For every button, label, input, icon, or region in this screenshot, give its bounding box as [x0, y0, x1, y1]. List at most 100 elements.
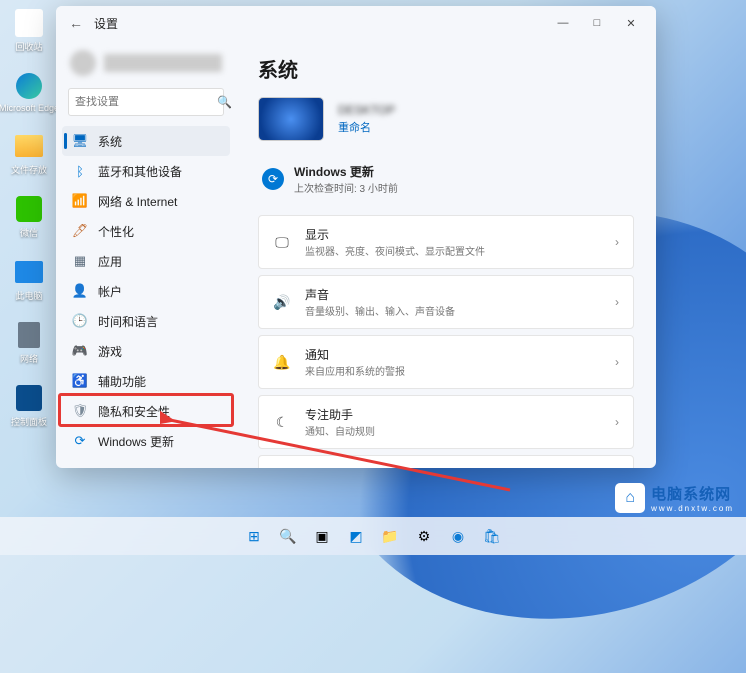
nav-icon: ▦ — [72, 253, 88, 269]
nav-label: 系统 — [98, 133, 122, 150]
nav-label: 辅助功能 — [98, 373, 146, 390]
search-box[interactable]: 🔍 — [68, 88, 224, 116]
main-panel: 系统 DESKTOP 重命名 ⟳ Windows 更新 上次检查时间: 3 小时… — [236, 40, 656, 468]
device-name: DESKTOP — [338, 103, 395, 117]
settings-window: ← 设置 — □ ✕ 🔍 🖥 系统 ᛒ 蓝牙和其他设备 📶 网络 & Internet 🖊 个… — [56, 6, 656, 468]
nav-label: 蓝牙和其他设备 — [98, 163, 182, 180]
window-title: 设置 — [94, 15, 118, 32]
sidebar-item-0[interactable]: 🖥 系统 — [62, 126, 230, 156]
watermark-logo-icon: ⌂ — [615, 483, 645, 513]
nav-icon: ♿ — [72, 373, 88, 389]
sidebar-item-1[interactable]: ᛒ 蓝牙和其他设备 — [62, 156, 230, 186]
nav-label: 时间和语言 — [98, 313, 158, 330]
nav-icon: 🖊 — [72, 223, 88, 239]
back-button[interactable]: ← — [64, 15, 88, 31]
card-title: 专注助手 — [305, 406, 601, 423]
rename-link[interactable]: 重命名 — [338, 119, 395, 135]
settings-card-2[interactable]: 🔔 通知来自应用和系统的警报 › — [258, 335, 634, 389]
nav-label: 游戏 — [98, 343, 122, 360]
explorer-icon[interactable]: 📁 — [376, 522, 404, 550]
card-title: 通知 — [305, 346, 601, 363]
desktop-icon-edge[interactable]: Microsoft Edge — [8, 71, 50, 113]
card-title: 电源 — [305, 466, 601, 468]
desktop-icon-label: 网络 — [20, 352, 38, 365]
nav-icon: ᛒ — [72, 163, 88, 179]
update-subtitle: 上次检查时间: 3 小时前 — [294, 180, 398, 195]
card-icon: 🔊 — [273, 294, 291, 311]
desktop-icon-recycle[interactable]: 回收站 — [8, 8, 50, 53]
settings-card-4[interactable]: ⏻电源睡眠、电池使用情况、节电模式› — [258, 455, 634, 468]
chevron-right-icon: › — [615, 295, 619, 309]
desktop-icon-label: 控制面板 — [11, 415, 47, 428]
search-input[interactable] — [75, 96, 217, 108]
settings-card-3[interactable]: ☾ 专注助手通知、自动规则 › — [258, 395, 634, 449]
widgets-icon[interactable]: ◩ — [342, 522, 370, 550]
update-title: Windows 更新 — [294, 163, 398, 180]
avatar — [70, 50, 96, 76]
desktop-icon-folder[interactable]: 文件存放 — [8, 131, 50, 176]
nav-icon: 🎮 — [72, 343, 88, 359]
nav-icon: 👤 — [72, 283, 88, 299]
nav-label: 个性化 — [98, 223, 134, 240]
card-icon: 🖵 — [273, 234, 291, 251]
desktop-icon-net[interactable]: 网络 — [8, 320, 50, 365]
sidebar: 🔍 🖥 系统 ᛒ 蓝牙和其他设备 📶 网络 & Internet 🖊 个性化 ▦ 应用 👤 帐户 🕒 时间… — [56, 40, 236, 468]
sidebar-item-2[interactable]: 📶 网络 & Internet — [62, 186, 230, 216]
watermark-brand: 电脑系统网 — [651, 483, 734, 504]
user-account-block[interactable] — [62, 48, 230, 78]
sidebar-item-9[interactable]: 🛡 隐私和安全性 — [62, 396, 230, 426]
titlebar: ← 设置 — □ ✕ — [56, 6, 656, 40]
sidebar-item-5[interactable]: 👤 帐户 — [62, 276, 230, 306]
settings-taskbar-icon[interactable]: ⚙ — [410, 522, 438, 550]
maximize-button[interactable]: □ — [580, 9, 614, 37]
chevron-right-icon: › — [615, 415, 619, 429]
desktop-icon-label: 文件存放 — [11, 163, 47, 176]
sidebar-item-7[interactable]: 🎮 游戏 — [62, 336, 230, 366]
nav-label: 帐户 — [98, 283, 122, 300]
device-row: DESKTOP 重命名 — [258, 97, 634, 141]
device-image — [258, 97, 324, 141]
search-taskbar-icon[interactable]: 🔍 — [274, 522, 302, 550]
nav-label: 应用 — [98, 253, 122, 270]
card-subtitle: 通知、自动规则 — [305, 423, 601, 438]
desktop-icon-label: Microsoft Edge — [0, 103, 59, 113]
nav-icon: ⟳ — [72, 433, 88, 449]
desktop-icon-pc[interactable]: 此电脑 — [8, 257, 50, 302]
card-title: 显示 — [305, 226, 601, 243]
desktop-icon-wechat[interactable]: 微信 — [8, 194, 50, 239]
card-subtitle: 来自应用和系统的警报 — [305, 363, 601, 378]
nav-icon: 🛡 — [72, 403, 88, 419]
settings-card-0[interactable]: 🖵显示监视器、亮度、夜间模式、显示配置文件› — [258, 215, 634, 269]
nav-label: Windows 更新 — [98, 433, 174, 450]
card-icon: 🔔 — [273, 354, 291, 371]
card-icon: ☾ — [273, 414, 291, 431]
desktop-icon-ctrl[interactable]: 控制面板 — [8, 383, 50, 428]
desktop-icon-label: 微信 — [20, 226, 38, 239]
search-icon: 🔍 — [217, 95, 232, 109]
nav-icon: 🖥 — [72, 133, 88, 149]
nav-label: 隐私和安全性 — [98, 403, 170, 420]
chevron-right-icon: › — [615, 355, 619, 369]
sidebar-item-6[interactable]: 🕒 时间和语言 — [62, 306, 230, 336]
nav-icon: 🕒 — [72, 313, 88, 329]
minimize-button[interactable]: — — [546, 9, 580, 37]
sidebar-item-4[interactable]: ▦ 应用 — [62, 246, 230, 276]
settings-card-1[interactable]: 🔊声音音量级别、输出、输入、声音设备› — [258, 275, 634, 329]
desktop-icon-label: 此电脑 — [15, 289, 42, 302]
store-icon[interactable]: 🛍 — [478, 522, 506, 550]
nav-label: 网络 & Internet — [98, 193, 177, 210]
card-title: 声音 — [305, 286, 601, 303]
update-icon: ⟳ — [262, 168, 284, 190]
start-button[interactable]: ⊞ — [240, 522, 268, 550]
nav-icon: 📶 — [72, 193, 88, 209]
page-heading: 系统 — [258, 54, 634, 83]
desktop-icon-label: 回收站 — [15, 40, 42, 53]
sidebar-item-8[interactable]: ♿ 辅助功能 — [62, 366, 230, 396]
task-view-icon[interactable]: ▣ — [308, 522, 336, 550]
sidebar-item-3[interactable]: 🖊 个性化 — [62, 216, 230, 246]
windows-update-status[interactable]: ⟳ Windows 更新 上次检查时间: 3 小时前 — [258, 157, 634, 201]
chevron-right-icon: › — [615, 235, 619, 249]
edge-taskbar-icon[interactable]: ◉ — [444, 522, 472, 550]
close-button[interactable]: ✕ — [614, 9, 648, 37]
sidebar-item-10[interactable]: ⟳ Windows 更新 — [62, 426, 230, 456]
